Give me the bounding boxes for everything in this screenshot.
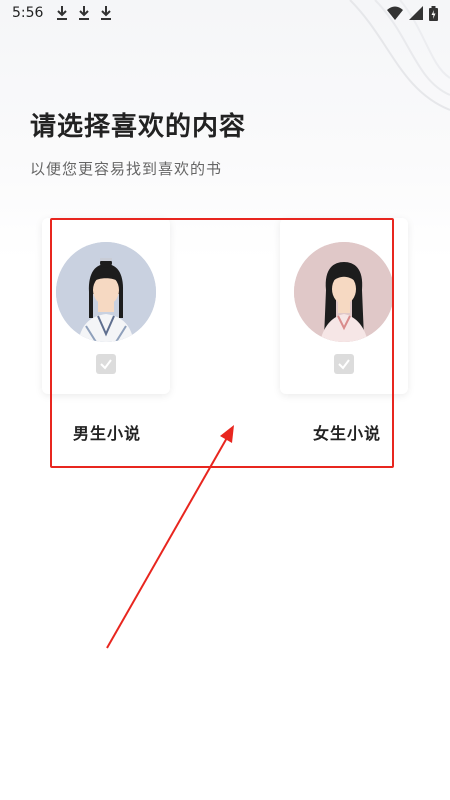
signal-icon (409, 6, 423, 20)
download-icon (79, 6, 90, 20)
wifi-icon (387, 6, 403, 20)
highlight-box (50, 218, 394, 468)
status-time: 5:56 (12, 5, 44, 21)
download-icon (101, 6, 112, 20)
download-icon (57, 6, 68, 20)
status-icons (387, 5, 438, 21)
status-bar: 5:56 (0, 0, 450, 26)
page-subtitle: 以便您更容易找到喜欢的书 (30, 160, 223, 178)
battery-icon (429, 5, 438, 21)
page-title: 请选择喜欢的内容 (30, 112, 247, 142)
